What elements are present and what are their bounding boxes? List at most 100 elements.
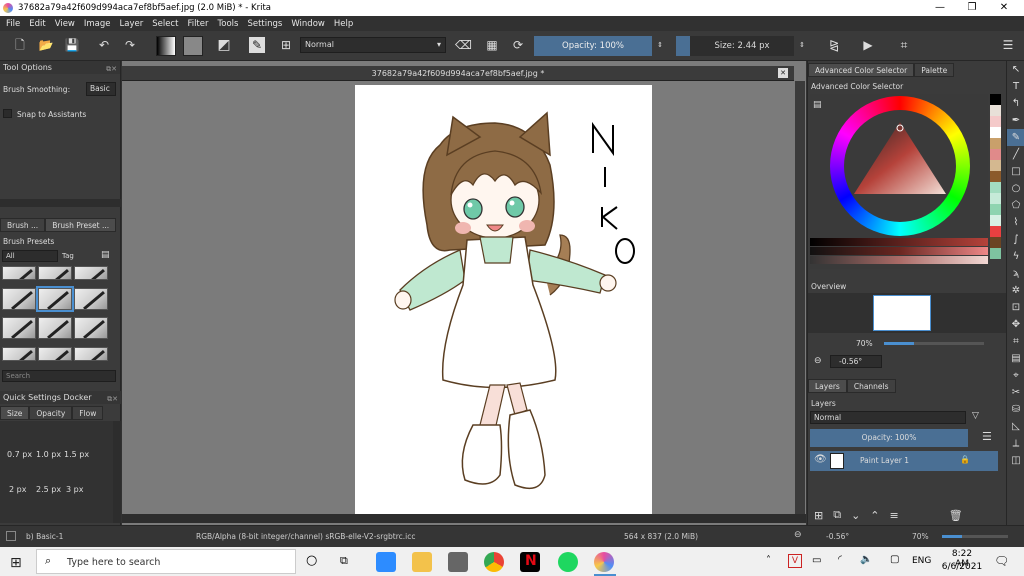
brush-preset-item[interactable]	[2, 317, 36, 339]
history-swatch[interactable]	[990, 204, 1001, 215]
notifications-icon[interactable]: 🗨	[994, 554, 1009, 568]
history-swatch[interactable]	[990, 193, 1001, 204]
mirror-horizontal-icon[interactable]: ⧎	[826, 37, 842, 53]
line-tool-icon[interactable]: ╱	[1007, 146, 1024, 163]
tab-layers[interactable]: Layers	[808, 379, 847, 393]
file-explorer-icon[interactable]	[412, 552, 432, 572]
brush-view-icon[interactable]: ▤	[101, 250, 110, 260]
redo-icon[interactable]: ↷	[122, 37, 138, 53]
overview-panel[interactable]	[808, 293, 1007, 333]
shade-strip-2[interactable]	[810, 247, 988, 255]
history-swatch[interactable]	[990, 237, 1001, 248]
opacity-slider[interactable]: Opacity: 100%	[534, 36, 652, 56]
camera-app-icon[interactable]	[448, 552, 468, 572]
dock-float-icon[interactable]: ⧉✕	[107, 393, 118, 406]
history-swatch[interactable]	[990, 160, 1001, 171]
size-preset[interactable]: 1.5 px	[64, 450, 89, 459]
color-picker-icon[interactable]: ⌖	[1007, 367, 1024, 384]
size-slider[interactable]: Size: 2.44 px	[690, 36, 794, 56]
menu-settings[interactable]: Settings	[247, 19, 282, 29]
size-spin-icon[interactable]: ⇕	[794, 37, 810, 53]
brush-preset-item[interactable]	[38, 317, 72, 339]
history-swatch[interactable]	[990, 127, 1001, 138]
layer-name[interactable]: Paint Layer 1	[860, 456, 909, 465]
size-preset[interactable]: 2.5 px	[36, 485, 61, 494]
blend-mode-select[interactable]: Normal ▾	[300, 37, 446, 53]
clock-date[interactable]: 6/6/2021	[940, 562, 984, 572]
fg-bg-color-icon[interactable]: ◩	[216, 37, 232, 53]
brush-preset-item[interactable]	[38, 346, 72, 361]
tab-brush-presets[interactable]: Brush Preset ...	[45, 218, 117, 232]
cortana-icon[interactable]: ○	[306, 553, 317, 568]
history-swatch[interactable]	[990, 182, 1001, 193]
brush-preset-icon[interactable]: ✎	[249, 37, 265, 53]
brush-preset-item[interactable]	[2, 287, 36, 310]
brush-preset-item[interactable]	[74, 287, 108, 310]
tool-options-scrollbar[interactable]	[0, 199, 121, 207]
measure-tool-icon[interactable]: ⟂	[1007, 435, 1024, 452]
save-icon[interactable]: 💾	[64, 37, 80, 53]
menu-view[interactable]: View	[55, 19, 75, 29]
brush-preset-item[interactable]	[2, 346, 36, 361]
tab-advanced-color-selector[interactable]: Advanced Color Selector	[808, 63, 915, 77]
edit-shape-icon[interactable]: ↰	[1007, 95, 1024, 112]
alpha-lock-icon[interactable]: ▦	[484, 37, 500, 53]
dock-float-icon[interactable]: ⧉✕	[106, 63, 117, 76]
history-swatch[interactable]	[990, 248, 1001, 259]
minimize-button[interactable]: —	[924, 0, 956, 16]
layer-lock-icon[interactable]: 🔒	[960, 455, 970, 464]
add-layer-icon[interactable]: ⊞	[814, 509, 823, 522]
brush-preset-item[interactable]	[38, 266, 72, 280]
brush-settings-icon[interactable]: ⊞	[278, 37, 294, 53]
assistant-tool-icon[interactable]: ◺	[1007, 418, 1024, 435]
history-swatch[interactable]	[990, 116, 1001, 127]
layer-opacity-slider[interactable]: Opacity: 100%	[810, 429, 968, 447]
krita-taskbar-icon[interactable]	[594, 552, 614, 572]
menu-tools[interactable]: Tools	[218, 19, 239, 29]
maximize-button[interactable]: ❐	[956, 0, 988, 16]
brush-search-input[interactable]: Search	[2, 370, 116, 382]
layer-properties-icon[interactable]: ☰	[982, 430, 992, 443]
overview-thumbnail[interactable]	[873, 295, 931, 331]
zoom-slider[interactable]	[884, 342, 984, 345]
size-preset[interactable]: 0.7 px	[7, 450, 32, 459]
move-tool-icon[interactable]: ✥	[1007, 316, 1024, 333]
keyboard-icon[interactable]: ▢	[890, 554, 899, 565]
language-indicator[interactable]: ENG	[912, 556, 931, 566]
netflix-icon[interactable]: N	[520, 552, 540, 572]
snap-checkbox[interactable]	[3, 109, 12, 118]
gradient-selector[interactable]	[156, 36, 176, 56]
freehand-path-icon[interactable]: ϟ	[1007, 248, 1024, 265]
mirror-vertical-icon[interactable]: ▶	[860, 37, 876, 53]
calligraphy-icon[interactable]: ✒	[1007, 112, 1024, 129]
tray-chevron-icon[interactable]: ˄	[766, 555, 771, 566]
size-preset[interactable]: 1.0 px	[36, 450, 61, 459]
status-zoom-slider[interactable]	[942, 535, 1008, 538]
colorize-mask-icon[interactable]: ✂	[1007, 384, 1024, 401]
gradient-tool-icon[interactable]: ▤	[1007, 350, 1024, 367]
open-folder-icon[interactable]: 📂	[38, 37, 54, 53]
canvas-vertical-scrollbar[interactable]	[795, 81, 805, 514]
status-rotate-icon[interactable]: ⊖	[794, 530, 802, 540]
menu-image[interactable]: Image	[84, 19, 111, 29]
menu-edit[interactable]: Edit	[29, 19, 45, 29]
opacity-spin-icon[interactable]: ⇕	[652, 37, 668, 53]
volume-icon[interactable]: 🔈	[860, 554, 872, 565]
tab-channels[interactable]: Channels	[846, 379, 896, 393]
freehand-brush-icon[interactable]: ✎	[1007, 129, 1024, 146]
brush-smoothing-select[interactable]: Basic	[86, 82, 116, 96]
duplicate-layer-icon[interactable]: ⧉	[833, 508, 841, 522]
history-swatch[interactable]	[990, 138, 1001, 149]
delete-layer-icon[interactable]: 🗑	[949, 509, 963, 522]
reference-tool-icon[interactable]: ◫	[1007, 452, 1024, 469]
bezier-tool-icon[interactable]: ∫	[1007, 231, 1024, 248]
close-button[interactable]: ✕	[988, 0, 1020, 16]
polygon-tool-icon[interactable]: ⬠	[1007, 197, 1024, 214]
eraser-icon[interactable]: ⌫	[455, 37, 472, 53]
brush-preset-item[interactable]	[74, 266, 108, 280]
layer-settings-icon[interactable]: ≡	[890, 509, 899, 522]
color-settings-icon[interactable]: ▤	[813, 100, 822, 110]
tab-opacity[interactable]: Opacity	[29, 406, 73, 420]
polyline-tool-icon[interactable]: ⌇	[1007, 214, 1024, 231]
canvas-horizontal-scrollbar[interactable]	[122, 514, 806, 523]
